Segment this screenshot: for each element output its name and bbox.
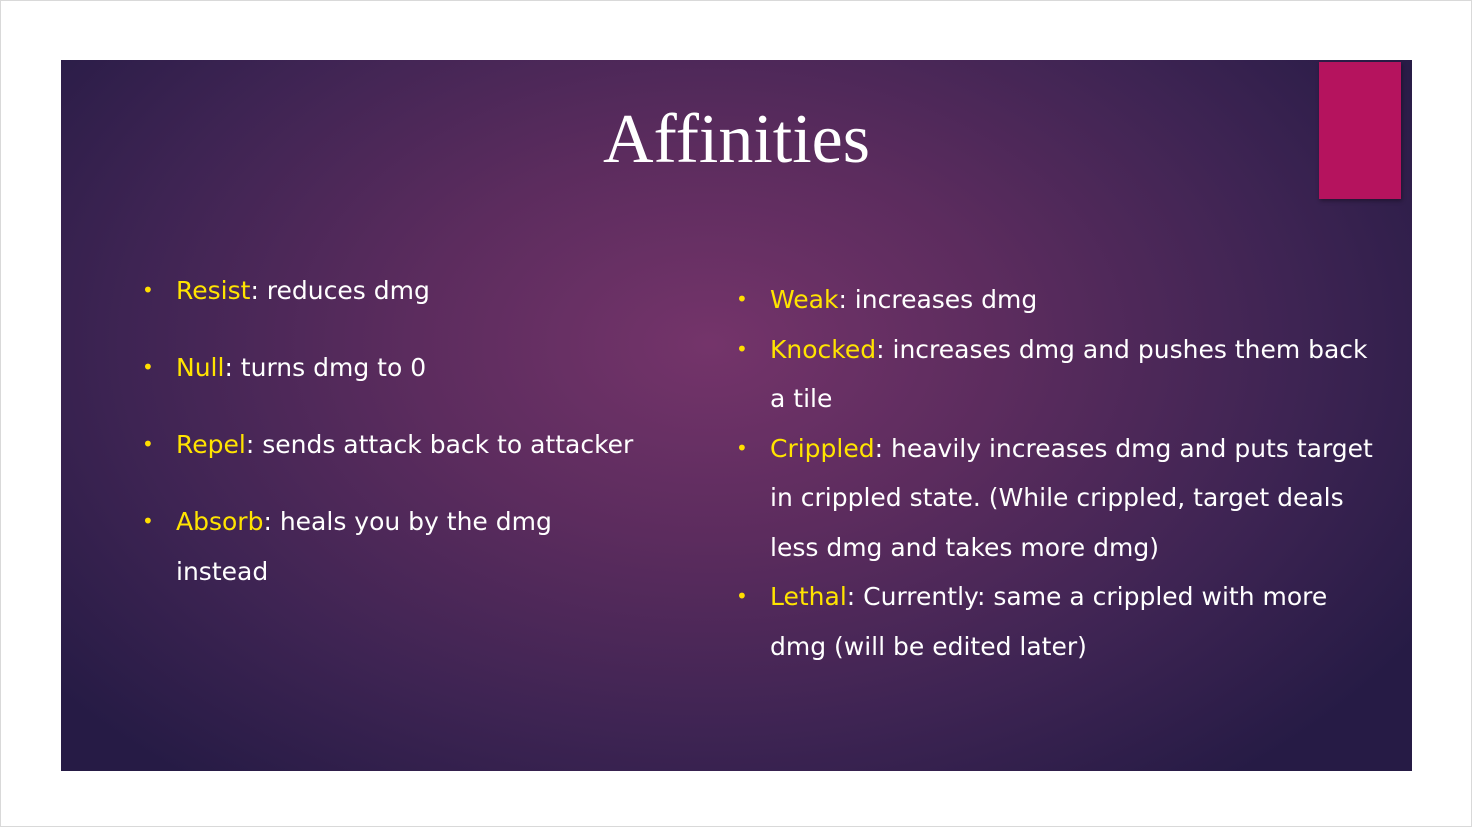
term-repel: Repel [176,430,246,459]
bullet-icon: • [736,287,748,311]
bullet-icon: • [142,355,154,379]
term-lethal: Lethal [770,582,847,611]
bullet-item-null: • Null: turns dmg to 0 [142,343,646,393]
desc-weak: : increases dmg [838,285,1038,314]
bullet-icon: • [142,432,154,456]
bullet-item-repel: • Repel: sends attack back to attacker [142,420,646,470]
bullet-item-absorb: • Absorb: heals you by the dmg instead [142,497,646,596]
bullet-item-lethal: • Lethal: Currently: same a crippled wit… [736,572,1380,671]
term-absorb: Absorb [176,507,264,536]
desc-repel: : sends attack back to attacker [245,430,634,459]
desc-resist: : reduces dmg [250,276,430,305]
term-crippled: Crippled [770,433,875,463]
term-knocked: Knocked [770,334,877,364]
bullet-icon: • [736,435,748,460]
bullet-item-knocked: • Knocked: increases dmg and pushes them… [736,325,1380,424]
left-bullet-list[interactable]: • Resist: reduces dmg • Null: turns dmg … [142,266,646,624]
desc-lethal: : Currently: same a crippled with more d… [770,582,1328,661]
term-weak: Weak [770,285,839,314]
slide-title[interactable]: Affinities [61,100,1412,180]
bullet-item-crippled: • Crippled: heavily increases dmg and pu… [736,424,1380,573]
bullet-icon: • [736,584,748,608]
bullet-icon: • [142,509,154,533]
slide-canvas: Affinities • Resist: reduces dmg • Null:… [0,0,1472,827]
term-resist: Resist [176,276,251,305]
slide[interactable]: Affinities • Resist: reduces dmg • Null:… [61,60,1412,771]
term-null: Null [176,353,225,382]
bullet-item-weak: • Weak: increases dmg [736,275,1380,325]
bullet-icon: • [142,278,154,302]
desc-null: : turns dmg to 0 [224,353,427,382]
right-bullet-list[interactable]: • Weak: increases dmg • Knocked: increas… [736,275,1380,671]
bullet-item-resist: • Resist: reduces dmg [142,266,646,316]
bullet-icon: • [736,336,748,361]
